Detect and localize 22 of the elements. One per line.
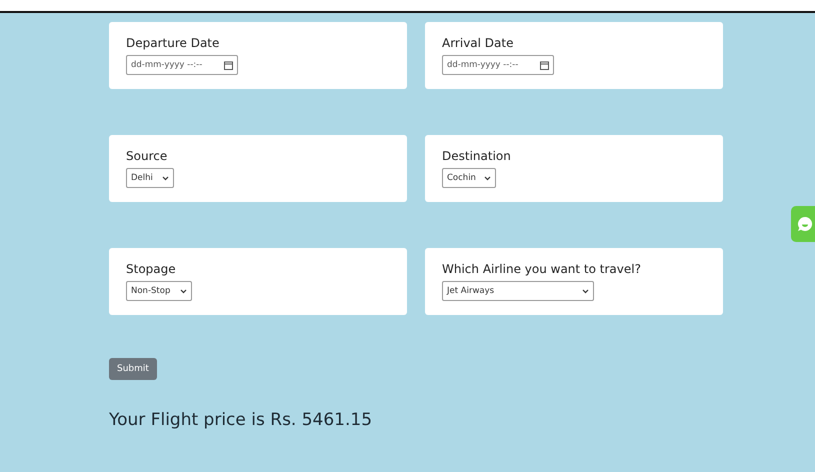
chevron-down-icon [162, 176, 169, 180]
chevron-down-icon [582, 288, 589, 294]
field-label: Source [126, 149, 168, 163]
select-field[interactable]: Jet Airways [442, 281, 594, 301]
chevron-down-icon [484, 176, 491, 180]
field-label: Stopage [126, 262, 177, 276]
submit-button[interactable]: Submit [109, 358, 157, 380]
chevron-down-icon [180, 288, 187, 294]
price-result: Your Flight price is Rs. 5461.15 [109, 410, 374, 430]
field-label: Arrival Date [442, 36, 514, 50]
field-label: Which Airline you want to travel? [442, 262, 642, 276]
field-label: Departure Date [126, 36, 220, 50]
chat-button[interactable] [791, 206, 815, 242]
field-label: Destination [442, 149, 512, 163]
select-field[interactable]: Non-Stop [126, 281, 192, 301]
date-field[interactable]: dd-mm-yyyy --:-- [442, 55, 554, 75]
select-field[interactable]: Delhi [126, 168, 174, 188]
calendar-icon [540, 60, 549, 70]
select-field[interactable]: Cochin [442, 168, 496, 188]
chat-bubble-icon [797, 216, 813, 232]
date-field[interactable]: dd-mm-yyyy --:-- [126, 55, 238, 75]
calendar-icon [224, 60, 233, 70]
